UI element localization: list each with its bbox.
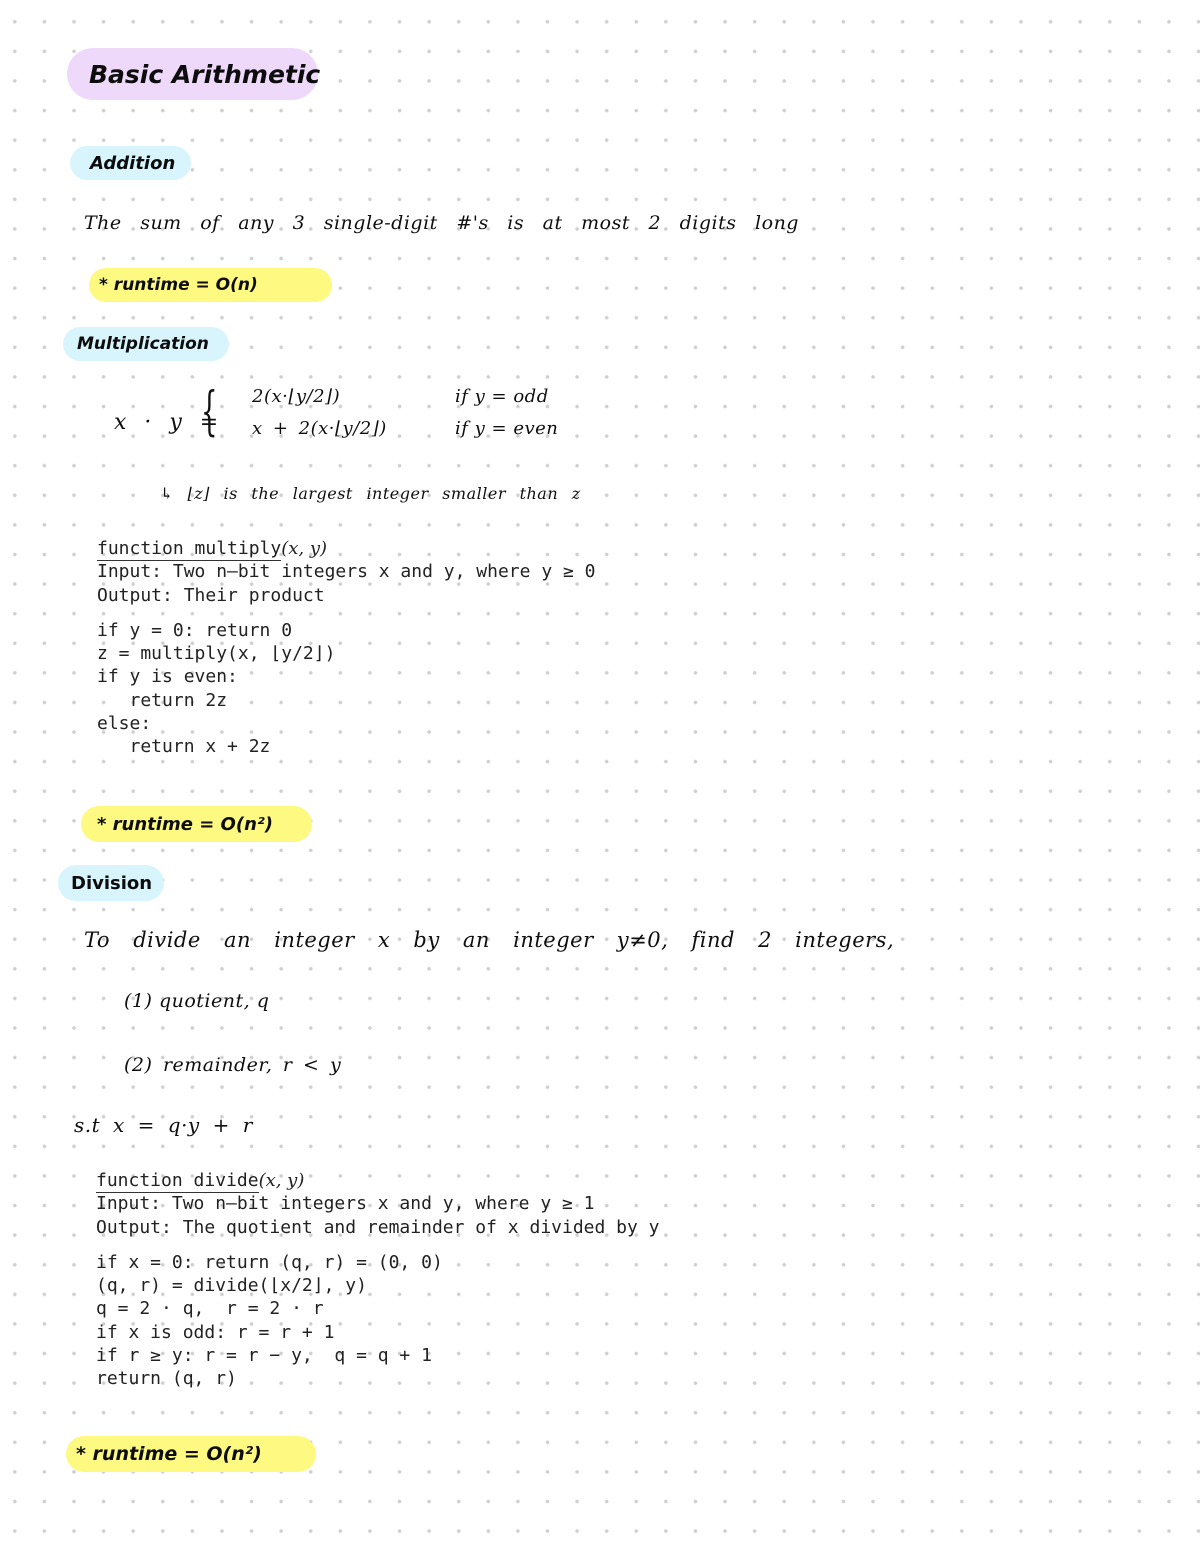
addition-runtime-highlight: * runtime = O(n) — [89, 268, 332, 302]
case-cond-1: if y = odd — [455, 386, 549, 407]
divide-line-5: if r ≥ y: r = r − y, q = q + 1 — [96, 1345, 432, 1367]
multiply-line-2: z = multiply(x, ⌊y/2⌋) — [97, 643, 336, 665]
divide-line-1: if x = 0: return (q, r) = (0, 0) — [96, 1251, 443, 1273]
division-item-1: (1) quotient, q — [124, 990, 270, 1012]
division-runtime: * runtime = O(n²) — [76, 1443, 262, 1465]
addition-heading: Addition — [90, 152, 176, 174]
divide-function-args: (x, y) — [258, 1170, 305, 1191]
case-brace: { — [201, 382, 218, 442]
case-cond-2: if y = even — [455, 418, 559, 439]
multiplication-heading-highlight: Multiplication — [63, 327, 229, 361]
divide-algorithm: function divide(x, y) Input: Two n–bit i… — [96, 1169, 660, 1391]
multiply-input: Input: Two n–bit integers x and y, where… — [97, 561, 596, 583]
division-runtime-highlight: * runtime = O(n²) — [66, 1436, 316, 1472]
divide-function-name: function divide — [96, 1169, 259, 1194]
multiply-line-1: if y = 0: return 0 — [97, 619, 293, 641]
addition-runtime: * runtime = O(n) — [99, 275, 258, 295]
multiply-line-5: else: — [97, 713, 152, 735]
divide-line-4: if x is odd: r = r + 1 — [96, 1321, 335, 1343]
divide-input: Input: Two n–bit integers x and y, where… — [96, 1193, 595, 1215]
title-highlight: Basic Arithmetic — [67, 48, 321, 100]
multiply-function-args: (x, y) — [281, 538, 328, 559]
division-intro: To divide an integer x by an integer y≠0… — [84, 928, 895, 952]
multiply-algorithm: function multiply(x, y) Input: Two n–bit… — [97, 537, 596, 759]
multiplication-runtime-highlight: * runtime = O(n²) — [81, 806, 312, 842]
case-expr-2: x + 2(x·⌊y/2⌋) — [252, 418, 387, 439]
division-heading-highlight: Division — [58, 865, 164, 901]
multiply-line-6: return x + 2z — [97, 736, 271, 758]
page-title: Basic Arithmetic — [89, 59, 321, 89]
divide-line-2: (q, r) = divide(⌊x/2⌋, y) — [96, 1275, 367, 1297]
addition-note: The sum of any 3 single-digit #'s is at … — [84, 212, 799, 234]
multiply-function-name: function multiply — [97, 537, 282, 562]
multiply-output: Output: Their product — [97, 584, 325, 606]
multiplication-runtime: * runtime = O(n²) — [97, 813, 273, 835]
divide-line-6: return (q, r) — [96, 1368, 237, 1390]
floor-footnote: ↳ ⌊z⌋ is the largest integer smaller tha… — [160, 484, 581, 503]
division-item-2: (2) remainder, r < y — [124, 1054, 342, 1076]
case-expr-1: 2(x·⌊y/2⌋) — [252, 386, 341, 407]
multiply-line-3: if y is even: — [97, 666, 238, 688]
divide-line-3: q = 2 · q, r = 2 · r — [96, 1298, 324, 1320]
division-such-that: s.t x = q·y + r — [74, 1113, 253, 1137]
division-heading: Division — [71, 872, 153, 894]
divide-output: Output: The quotient and remainder of x … — [96, 1216, 660, 1238]
addition-heading-highlight: Addition — [70, 146, 191, 180]
multiplication-heading: Multiplication — [77, 334, 209, 354]
multiply-line-4: return 2z — [97, 689, 228, 711]
